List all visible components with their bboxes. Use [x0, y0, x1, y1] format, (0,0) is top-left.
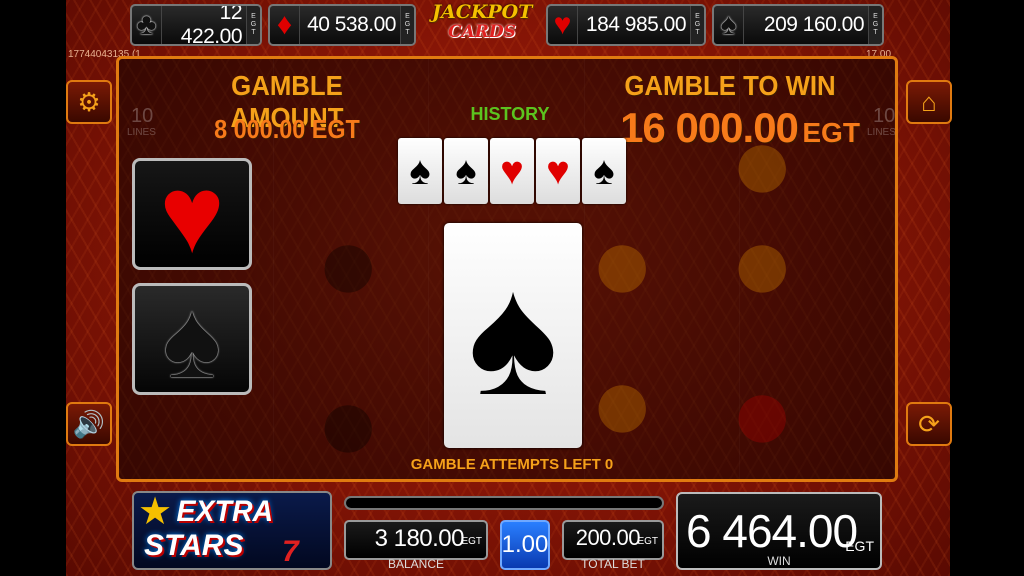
jackpot-unit: EGT: [400, 6, 414, 44]
history-card: ♥: [536, 138, 580, 204]
autoplay-icon: ⟳: [918, 408, 940, 439]
jackpot-clubs-value: 12 422.00: [180, 4, 243, 46]
balance-unit: EGT: [461, 536, 482, 547]
game-logo-line-1: EXTRA: [176, 495, 274, 528]
lines-number-left: 10: [131, 105, 154, 127]
spade-icon: ♠: [714, 6, 744, 44]
grapes-icon: ●: [315, 201, 382, 324]
diamond-icon: ♦: [270, 6, 300, 44]
cherry-icon: ●: [729, 351, 796, 474]
gamble-attempts-left: GAMBLE ATTEMPTS LEFT 0: [410, 456, 614, 473]
sound-button[interactable]: 🔊: [66, 402, 112, 446]
win-box: 6 464.00 EGT WIN: [676, 492, 882, 570]
black-choice-button[interactable]: ♠: [132, 278, 252, 401]
total-bet-value: 200.00: [575, 525, 641, 550]
history-card: ♠: [444, 138, 488, 204]
history-card: ♠: [582, 138, 626, 204]
star-icon: ★: [138, 491, 173, 533]
logo-line-2: CARDS: [448, 22, 516, 42]
history-card: ♠: [398, 138, 442, 204]
jackpot-hearts: ♥ 184 985.00 EGT: [546, 4, 706, 46]
letterbox-left: [0, 0, 66, 576]
settings-button[interactable]: ⚙: [66, 80, 112, 124]
gamble-card: ♠: [444, 223, 582, 448]
total-bet-label: TOTAL BET: [581, 557, 645, 571]
logo-line-1: JACKPOT: [432, 1, 533, 23]
jackpot-unit: EGT: [690, 6, 704, 44]
club-icon: ♣: [132, 6, 162, 44]
balance-box: 3 180.00 EGT BALANCE: [344, 520, 488, 571]
gamble-to-win-value: 16 000.00 EGT: [600, 104, 880, 152]
game-logo-number: 7: [282, 535, 299, 568]
spade-icon: ♠: [162, 277, 222, 401]
heart-icon: ♥: [548, 6, 578, 44]
gamble-to-win-number: 16 000.00: [620, 104, 799, 151]
home-button[interactable]: ⌂: [906, 80, 952, 124]
letterbox-right: [950, 0, 1024, 576]
gear-icon: ⚙: [77, 86, 101, 117]
home-icon: ⌂: [921, 86, 937, 117]
balance-label: BALANCE: [387, 557, 445, 571]
lemon-icon: ●: [589, 341, 656, 464]
balance-value: 3 180.00: [374, 525, 465, 552]
total-bet-box[interactable]: 200.00 EGT TOTAL BET: [562, 520, 664, 571]
jackpot-diamonds-value: 40 538.00: [307, 13, 396, 36]
total-bet-unit: EGT: [637, 536, 658, 547]
lemon-icon: ●: [729, 201, 796, 324]
jackpot-clubs: ♣ 12 422.00 EGT: [130, 4, 262, 46]
jackpot-spades: ♠ 209 160.00 EGT: [712, 4, 884, 46]
speaker-icon: 🔊: [72, 408, 106, 439]
jackpot-spades-value: 209 160.00: [763, 13, 865, 36]
extra-stars-logo: ★ EXTRA STARS 7: [132, 491, 332, 570]
jackpot-hearts-value: 184 985.00: [585, 13, 687, 36]
gamble-to-win-label: GAMBLE TO WIN: [624, 70, 836, 101]
jackpot-diamonds: ♦ 40 538.00 EGT: [268, 4, 416, 46]
denomination-button[interactable]: 1.00: [500, 520, 550, 570]
game-logo-line-2: STARS: [144, 529, 244, 562]
jackpot-cards-logo: JACKPOT CARDS: [432, 2, 532, 46]
win-unit: EGT: [845, 538, 874, 554]
lines-label-left: LINES: [127, 127, 156, 138]
jackpot-unit: EGT: [246, 6, 260, 44]
autoplay-button[interactable]: ⟳: [906, 402, 952, 446]
history-label: HISTORY: [470, 104, 550, 124]
jackpot-unit: EGT: [868, 6, 882, 44]
heart-icon: ♥: [159, 152, 225, 276]
gamble-to-win-unit: EGT: [802, 117, 860, 148]
red-choice-button[interactable]: ♥: [132, 153, 252, 276]
lemon-icon: ●: [589, 201, 656, 324]
gamble-amount-value: 8 000.00 EGT: [214, 114, 360, 144]
win-label: WIN: [767, 554, 791, 568]
history-card: ♥: [490, 138, 534, 204]
grapes-icon: ●: [315, 361, 382, 482]
win-value: 6 464.00: [686, 505, 858, 557]
progress-bar: [344, 496, 664, 510]
spade-icon: ♠: [467, 240, 559, 431]
